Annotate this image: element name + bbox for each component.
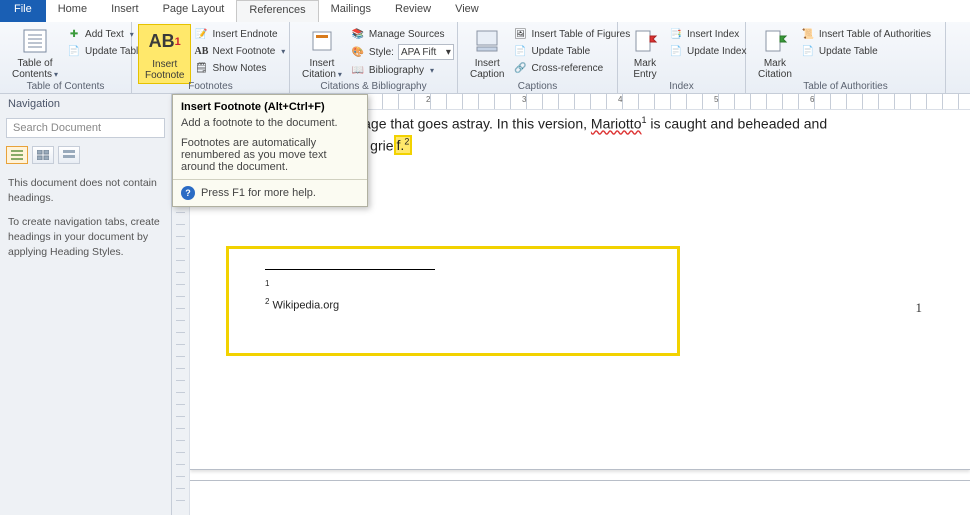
- insert-toa-button[interactable]: 📜Insert Table of Authorities: [798, 26, 934, 42]
- insert-index-button[interactable]: 📑Insert Index: [666, 26, 750, 42]
- tab-review[interactable]: Review: [383, 0, 443, 22]
- next-footnote-icon: AB: [194, 44, 208, 58]
- footnote-icon: AB1: [150, 27, 180, 57]
- search-document-input[interactable]: Search Document: [6, 118, 165, 138]
- tab-mailings[interactable]: Mailings: [319, 0, 383, 22]
- nav-hint-message: To create navigation tabs, create headin…: [8, 215, 163, 259]
- update-icon: 📄: [67, 44, 81, 58]
- update-icon: 📄: [669, 44, 683, 58]
- navigation-pane: Navigation Search Document This document…: [0, 94, 172, 515]
- toc-icon: [20, 26, 50, 56]
- insert-endnote-button[interactable]: 📝Insert Endnote: [191, 26, 288, 42]
- plus-icon: ✚: [67, 27, 81, 41]
- group-label: Citations & Bibliography: [290, 81, 457, 92]
- footnote-reference-2[interactable]: f.2: [394, 135, 413, 155]
- group-label: Footnotes: [132, 81, 289, 92]
- tab-home[interactable]: Home: [46, 0, 99, 22]
- group-label: Table of Authorities: [746, 81, 945, 92]
- footnote-separator: [265, 269, 435, 270]
- group-label: Captions: [458, 81, 617, 92]
- document-page[interactable]: [190, 480, 970, 515]
- footnote-2[interactable]: 2 Wikipedia.org: [265, 297, 339, 312]
- insert-caption-button[interactable]: Insert Caption: [464, 24, 510, 82]
- tab-references[interactable]: References: [236, 0, 318, 22]
- navigation-title: Navigation: [0, 94, 171, 114]
- tab-view[interactable]: View: [443, 0, 491, 22]
- show-notes-button[interactable]: 🗒Show Notes: [191, 60, 288, 76]
- toa-icon: 📜: [801, 27, 815, 41]
- help-icon: ?: [181, 186, 195, 200]
- bibliography-icon: 📖: [351, 63, 365, 77]
- page-number: 1: [916, 300, 923, 316]
- nav-tab-pages[interactable]: [32, 146, 54, 164]
- caption-icon: [472, 26, 502, 56]
- update-captions-button[interactable]: 📄Update Table: [510, 43, 633, 59]
- footnote-area-highlight: 1 2 Wikipedia.org: [226, 246, 680, 356]
- mark-entry-icon: [630, 26, 660, 56]
- tooltip-description: Footnotes are automatically renumbered a…: [173, 135, 367, 179]
- tab-page-layout[interactable]: Page Layout: [151, 0, 237, 22]
- insert-index-icon: 📑: [669, 27, 683, 41]
- cross-ref-icon: 🔗: [513, 61, 527, 75]
- tooltip-title: Insert Footnote (Alt+Ctrl+F): [173, 95, 367, 115]
- tab-file[interactable]: File: [0, 0, 46, 22]
- nav-no-headings-message: This document does not contain headings.: [8, 176, 163, 205]
- group-label: Table of Contents: [0, 81, 131, 92]
- style-icon: 🎨: [351, 45, 365, 59]
- endnote-icon: 📝: [194, 27, 208, 41]
- nav-tab-headings[interactable]: [6, 146, 28, 164]
- mark-citation-button[interactable]: Mark Citation: [752, 24, 798, 82]
- show-notes-icon: 🗒: [194, 61, 208, 75]
- tof-icon: 🖼: [513, 27, 527, 41]
- tab-insert[interactable]: Insert: [99, 0, 151, 22]
- insert-citation-button[interactable]: Insert Citation: [296, 24, 348, 82]
- footnote-1[interactable]: 1: [265, 279, 269, 294]
- update-icon: 📄: [513, 44, 527, 58]
- spelling-error[interactable]: Mariotto: [591, 116, 642, 132]
- table-of-contents-button[interactable]: Table of Contents: [6, 24, 64, 82]
- insert-footnote-tooltip: Insert Footnote (Alt+Ctrl+F) Add a footn…: [172, 94, 368, 207]
- citation-icon: [307, 26, 337, 56]
- mark-entry-button[interactable]: Mark Entry: [624, 24, 666, 82]
- citation-style-select[interactable]: 🎨Style: APA Fift▾: [348, 43, 457, 61]
- tooltip-help: ? Press F1 for more help.: [173, 180, 367, 206]
- insert-table-of-figures-button[interactable]: 🖼Insert Table of Figures: [510, 26, 633, 42]
- bibliography-button[interactable]: 📖Bibliography: [348, 62, 457, 78]
- group-label: Index: [618, 81, 745, 92]
- update-toa-button[interactable]: 📄Update Table: [798, 43, 934, 59]
- next-footnote-button[interactable]: ABNext Footnote: [191, 43, 288, 59]
- update-icon: 📄: [801, 44, 815, 58]
- ribbon: Table of Contents ✚Add Text 📄Update Tabl…: [0, 22, 970, 94]
- tooltip-description: Add a footnote to the document.: [173, 115, 367, 135]
- mark-citation-icon: [760, 26, 790, 56]
- update-index-button[interactable]: 📄Update Index: [666, 43, 750, 59]
- manage-sources-button[interactable]: 📚Manage Sources: [348, 26, 457, 42]
- ribbon-tabs: File Home Insert Page Layout References …: [0, 0, 970, 22]
- insert-footnote-button[interactable]: AB1 Insert Footnote: [138, 24, 191, 84]
- cross-reference-button[interactable]: 🔗Cross-reference: [510, 60, 633, 76]
- manage-sources-icon: 📚: [351, 27, 365, 41]
- nav-tab-results[interactable]: [58, 146, 80, 164]
